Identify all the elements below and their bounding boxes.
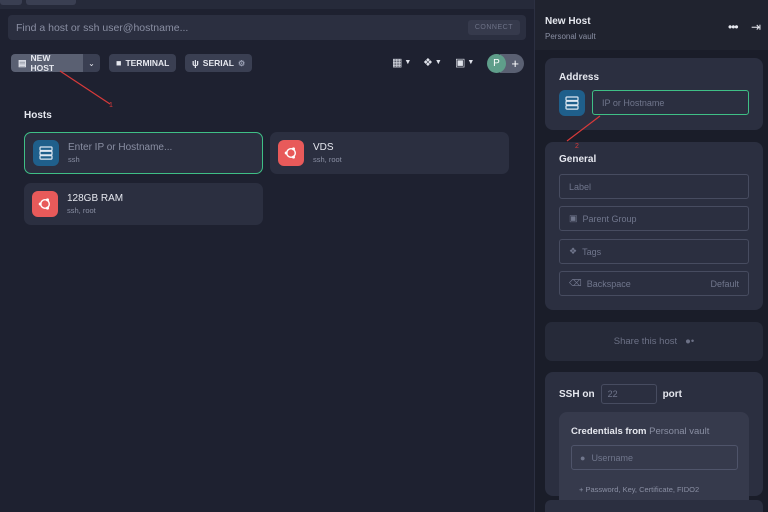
chevron-down-icon: ⌄ xyxy=(88,58,95,68)
tags-field[interactable]: ❖ Tags xyxy=(559,239,749,264)
plus-icon: + xyxy=(511,56,519,71)
credentials-card: Credentials from Personal vault ● Userna… xyxy=(559,412,749,512)
avatar[interactable]: P xyxy=(487,54,506,73)
search-input[interactable]: Find a host or ssh user@hostname... xyxy=(16,22,468,34)
host-name: VDS xyxy=(313,142,334,153)
ssh-port-row: SSH on 22 port xyxy=(559,384,682,404)
host-subtitle: ssh, root xyxy=(313,155,342,164)
username-placeholder: Username xyxy=(591,452,633,463)
new-host-label: NEW HOST xyxy=(30,53,55,73)
host-card-vds[interactable]: VDS ssh, root xyxy=(270,132,509,174)
terminal-label: TERMINAL xyxy=(125,58,170,68)
label-placeholder: Label xyxy=(569,181,592,192)
panel-bottom-button[interactable] xyxy=(545,500,763,512)
window-tab[interactable] xyxy=(0,0,22,5)
server-icon xyxy=(559,90,585,116)
serial-icon: ψ xyxy=(192,58,199,68)
hosts-main-area: Find a host or ssh user@hostname... CONN… xyxy=(0,9,534,512)
add-credential-link[interactable]: + Password, Key, Certificate, FIDO2 xyxy=(579,485,699,494)
share-host-button[interactable]: Share this host ●• xyxy=(545,322,763,361)
panel-title: New Host xyxy=(545,16,591,27)
new-host-button[interactable]: ▤ NEW HOST xyxy=(11,53,83,73)
terminal-icon: ■ xyxy=(116,58,122,68)
app-window: Find a host or ssh user@hostname... CONN… xyxy=(0,0,768,512)
sort-toggle[interactable]: ▣ ▼ xyxy=(455,56,474,69)
credentials-source: Personal vault xyxy=(649,426,710,437)
ubuntu-icon xyxy=(278,140,304,166)
chevron-down-icon: ▼ xyxy=(404,59,412,66)
more-options-icon[interactable]: ••• xyxy=(728,20,739,34)
address-section: Address IP or Hostname xyxy=(545,58,763,130)
tags-placeholder: Tags xyxy=(582,246,602,257)
parent-group-field[interactable]: ▣ Parent Group xyxy=(559,206,749,231)
ssh-on-label: SSH on xyxy=(559,388,595,400)
folder-icon: ▣ xyxy=(569,213,578,223)
server-icon: ▤ xyxy=(18,57,27,68)
address-input[interactable]: IP or Hostname xyxy=(592,90,749,115)
general-section: General Label ▣ Parent Group ❖ Tags ⌫ Ba… xyxy=(545,142,763,310)
credential-types: Password, Key, Certificate, FIDO2 xyxy=(585,485,700,494)
toolbar: ▤ NEW HOST ⌄ ■ TERMINAL ψ SERIAL ⚙ ▦ ▼ ❖ ▼ xyxy=(0,52,534,76)
port-input[interactable]: 22 xyxy=(600,384,657,404)
new-host-panel: New Host Personal vault ••• ⇥ Address IP… xyxy=(534,0,768,512)
address-title: Address xyxy=(559,72,600,83)
username-field[interactable]: ● Username xyxy=(571,445,738,470)
serial-label: SERIAL xyxy=(202,58,234,68)
host-subtitle: ssh xyxy=(68,155,80,164)
new-host-dropdown-button[interactable]: ⌄ xyxy=(83,54,100,72)
tag-filter-toggle[interactable]: ❖ ▼ xyxy=(423,56,442,69)
top-tab-strip xyxy=(0,0,534,9)
gear-icon: ⚙ xyxy=(237,58,246,68)
terminal-button[interactable]: ■ TERMINAL xyxy=(109,54,177,72)
label-field[interactable]: Label xyxy=(559,174,749,199)
close-panel-icon[interactable]: ⇥ xyxy=(751,20,761,34)
share-label: Share this host xyxy=(613,336,678,347)
window-tab[interactable] xyxy=(26,0,76,5)
parent-group-placeholder: Parent Group xyxy=(582,213,637,224)
server-icon xyxy=(33,140,59,166)
host-name: 128GB RAM xyxy=(67,193,124,204)
users-icon: ●• xyxy=(685,336,695,347)
backspace-label: Backspace xyxy=(586,278,631,289)
general-title: General xyxy=(559,154,597,165)
user-icon: ● xyxy=(580,452,586,463)
host-card-new[interactable]: Enter IP or Hostname... ssh xyxy=(24,132,263,174)
host-card-128gb[interactable]: 128GB RAM ssh, root xyxy=(24,183,263,225)
credentials-from-label: Credentials from xyxy=(571,426,647,437)
backspace-value: Default xyxy=(710,278,739,289)
hosts-section-title: Hosts xyxy=(24,110,52,121)
credentials-title: Credentials from Personal vault xyxy=(571,426,709,437)
search-bar[interactable]: Find a host or ssh user@hostname... CONN… xyxy=(8,15,526,40)
backspace-icon: ⌫ xyxy=(569,278,582,288)
grid-view-toggle[interactable]: ▦ ▼ xyxy=(392,56,411,69)
annotation-number-2: 2 xyxy=(575,143,579,150)
connect-button[interactable]: CONNECT xyxy=(467,20,520,35)
ubuntu-icon xyxy=(32,191,58,217)
tag-icon: ❖ xyxy=(569,246,578,256)
chevron-down-icon: ▼ xyxy=(467,59,475,66)
tag-icon: ❖ xyxy=(423,57,433,69)
chevron-down-icon: ▼ xyxy=(434,59,442,66)
annotation-number-1: 1 xyxy=(109,102,113,109)
ssh-section: SSH on 22 port Credentials from Personal… xyxy=(545,372,763,512)
panel-subtitle: Personal vault xyxy=(545,32,596,41)
host-name: Enter IP or Hostname... xyxy=(68,142,173,153)
grid-icon: ▦ xyxy=(392,57,403,69)
host-subtitle: ssh, root xyxy=(67,206,96,215)
calendar-icon: ▣ xyxy=(455,57,466,69)
port-label: port xyxy=(662,388,683,400)
backspace-select[interactable]: ⌫ Backspace Default xyxy=(559,271,749,296)
panel-header: New Host Personal vault ••• ⇥ xyxy=(535,0,768,50)
serial-button[interactable]: ψ SERIAL ⚙ xyxy=(185,54,253,72)
